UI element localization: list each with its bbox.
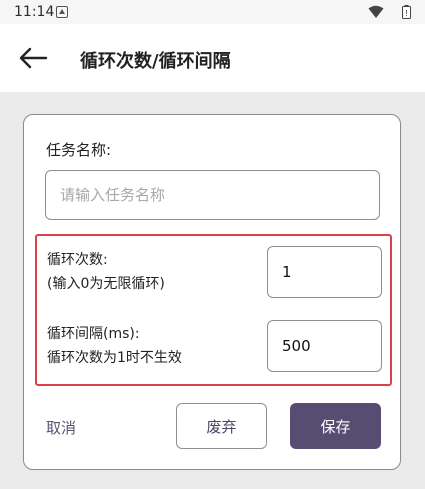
loop-interval-input[interactable] xyxy=(267,320,382,372)
loop-count-input[interactable] xyxy=(267,246,382,298)
settings-card: 任务名称: 循环次数: (输入0为无限循环) 循环间隔(ms): 循环次数为1时… xyxy=(23,114,401,470)
svg-text:!: ! xyxy=(405,9,408,18)
app-bar: 循环次数/循环间隔 xyxy=(0,24,425,92)
loop-count-hint: (输入0为无限循环) xyxy=(47,276,165,292)
task-name-input[interactable] xyxy=(45,170,380,220)
cancel-button[interactable]: 取消 xyxy=(46,413,76,441)
task-name-label: 任务名称: xyxy=(46,141,112,159)
loop-count-label: 循环次数: (输入0为无限循环) xyxy=(47,248,165,296)
loop-interval-label: 循环间隔(ms): 循环次数为1时不生效 xyxy=(47,322,182,370)
loop-interval-hint: 循环次数为1时不生效 xyxy=(47,350,182,366)
status-bar: 11:14 ! xyxy=(0,0,425,24)
loop-count-title: 循环次数: xyxy=(47,252,108,268)
wifi-icon xyxy=(368,5,384,18)
screen: 11:14 ! 循环次数/循环间隔 任务名称: 循环次数: (输入0为无限循环) xyxy=(0,0,425,489)
status-time: 11:14 xyxy=(14,4,55,20)
discard-button[interactable]: 废弃 xyxy=(176,403,267,449)
a-notification-icon xyxy=(56,6,68,18)
back-arrow-icon[interactable] xyxy=(18,46,48,70)
save-button[interactable]: 保存 xyxy=(290,403,381,449)
battery-icon: ! xyxy=(402,5,411,19)
page-title: 循环次数/循环间隔 xyxy=(80,51,231,72)
loop-settings-group: 循环次数: (输入0为无限循环) 循环间隔(ms): 循环次数为1时不生效 xyxy=(35,234,392,386)
loop-interval-title: 循环间隔(ms): xyxy=(47,326,140,342)
